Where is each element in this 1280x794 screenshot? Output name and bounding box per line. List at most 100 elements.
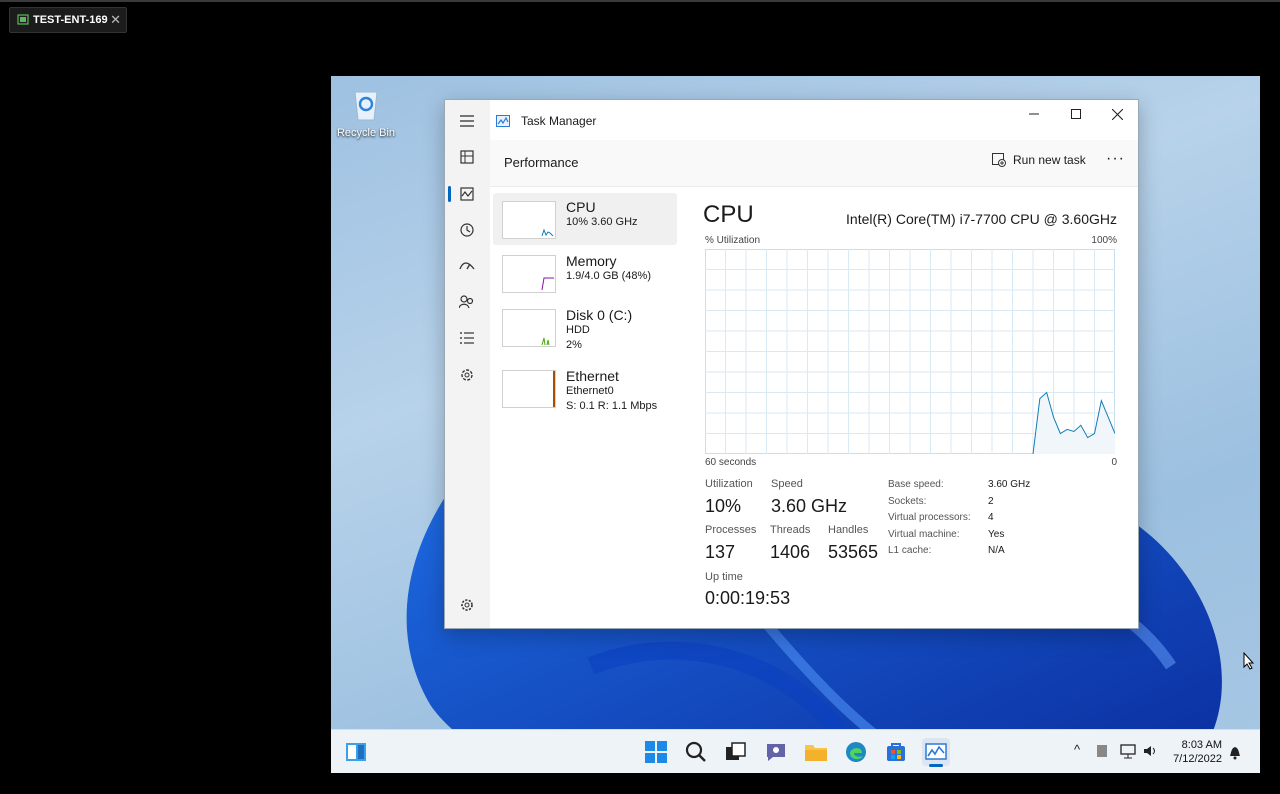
vm-tab[interactable]: TEST-ENT-169 ✕	[9, 7, 127, 33]
utilization-axis-label: % Utilization	[705, 235, 761, 246]
close-button[interactable]	[1096, 100, 1138, 128]
history-icon	[460, 223, 474, 237]
processes-icon	[460, 150, 474, 164]
nav-users[interactable]	[457, 292, 477, 312]
notification-icon[interactable]	[1228, 744, 1242, 760]
task-manager-taskbar-button[interactable]	[922, 738, 950, 767]
volume-icon[interactable]	[1142, 743, 1158, 759]
title-bar: Task Manager	[496, 114, 596, 128]
recycle-bin[interactable]: Recycle Bin	[331, 86, 401, 139]
nav-startup-apps[interactable]	[457, 256, 477, 276]
store-icon	[887, 743, 905, 761]
users-icon	[459, 295, 474, 309]
device-thumbnail-graph	[502, 309, 556, 347]
windows-logo-icon	[645, 741, 667, 763]
device-detail: 10% 3.60 GHz	[566, 216, 638, 228]
run-new-task-button[interactable]: Run new task	[992, 153, 1086, 167]
graph-zero-label: 0	[1111, 457, 1117, 468]
widgets-icon	[346, 743, 366, 761]
detail-key: Virtual machine:	[888, 528, 960, 540]
search-button[interactable]	[682, 738, 710, 766]
vm-tab-title: TEST-ENT-169	[33, 14, 108, 26]
detail-key: L1 cache:	[888, 545, 932, 556]
nav-sidebar	[445, 100, 490, 628]
detail-value: 3.60 GHz	[988, 479, 1031, 490]
detail-key: Sockets:	[888, 495, 927, 507]
cpu-utilization-graph	[705, 249, 1115, 454]
processes-label: Processes	[705, 524, 757, 536]
device-disk[interactable]: Disk 0 (C:) HDD 2%	[493, 301, 677, 353]
recycle-bin-label: Recycle Bin	[336, 127, 396, 139]
hamburger-menu-button[interactable]	[457, 111, 477, 131]
device-memory[interactable]: Memory 1.9/4.0 GB (48%)	[493, 247, 677, 299]
more-options-button[interactable]: ···	[1106, 150, 1125, 168]
utilization-max-label: 100%	[1091, 235, 1117, 246]
performance-icon	[460, 187, 474, 201]
device-ethernet[interactable]: Ethernet Ethernet0 S: 0.1 R: 1.1 Mbps	[493, 362, 677, 414]
task-view-button[interactable]	[722, 738, 750, 766]
run-task-icon	[992, 153, 1006, 167]
taskbar: ^ 8:03 AM 7/12/2022	[331, 729, 1260, 773]
detail-key: Virtual processors:	[888, 512, 971, 523]
widgets-button[interactable]	[342, 738, 370, 766]
device-detail: HDD	[566, 324, 590, 336]
processes-value: 137	[705, 542, 736, 562]
handles-value: 53565	[828, 542, 879, 562]
edge-button[interactable]	[842, 738, 870, 766]
speed-value: 3.60 GHz	[771, 496, 848, 516]
active-indicator	[929, 764, 943, 767]
network-icon[interactable]	[1120, 743, 1136, 759]
detail-key: Base speed:	[888, 479, 944, 490]
nav-app-history[interactable]	[457, 220, 477, 240]
file-explorer-button[interactable]	[802, 738, 830, 766]
nav-performance[interactable]	[457, 184, 477, 204]
search-icon	[685, 741, 706, 762]
nav-services[interactable]	[457, 365, 477, 385]
start-button[interactable]	[642, 738, 670, 766]
clock-date: 7/12/2022	[1173, 753, 1222, 765]
chat-icon	[767, 744, 785, 761]
details-icon	[460, 332, 474, 344]
maximize-button[interactable]	[1055, 100, 1097, 128]
nav-processes[interactable]	[457, 147, 477, 167]
cpu-model: Intel(R) Core(TM) i7-7700 CPU @ 3.60GHz	[846, 211, 1117, 227]
device-thumbnail-graph	[502, 201, 556, 239]
device-detail: 2%	[566, 339, 582, 351]
utilization-value: 10%	[705, 496, 742, 516]
nav-settings[interactable]	[457, 595, 477, 615]
handles-label: Handles	[828, 524, 869, 536]
page-header: Performance Run new task ···	[490, 140, 1138, 187]
cpu-heading: CPU	[703, 201, 754, 228]
threads-label: Threads	[770, 524, 811, 536]
vm-tab-close-icon[interactable]: ✕	[110, 12, 121, 28]
threads-value: 1406	[770, 542, 811, 562]
recycle-bin-icon	[354, 91, 378, 121]
nav-details[interactable]	[457, 328, 477, 348]
device-name: CPU	[566, 199, 596, 215]
uptime-label: Up time	[705, 571, 743, 583]
device-name: Ethernet	[566, 368, 619, 384]
edge-icon	[846, 742, 866, 762]
task-view-icon	[726, 742, 746, 760]
app-icon	[496, 115, 510, 127]
services-icon	[461, 369, 473, 381]
clock-time: 8:03 AM	[1181, 739, 1222, 751]
chat-button[interactable]	[762, 738, 790, 766]
minimize-icon	[1029, 113, 1039, 115]
device-detail: 1.9/4.0 GB (48%)	[566, 270, 651, 282]
device-thumbnail-graph	[502, 370, 556, 408]
device-name: Memory	[566, 253, 617, 269]
task-manager-icon	[925, 743, 947, 760]
clock[interactable]: 8:03 AM 7/12/2022	[1173, 738, 1222, 766]
minimize-button[interactable]	[1013, 100, 1055, 128]
tray-app-icon[interactable]	[1096, 744, 1108, 758]
store-button[interactable]	[882, 738, 910, 766]
close-icon	[1111, 108, 1123, 120]
detail-value: 2	[988, 495, 994, 507]
device-cpu[interactable]: CPU 10% 3.60 GHz	[493, 193, 677, 245]
tray-chevron-icon[interactable]: ^	[1074, 742, 1080, 757]
window-title: Task Manager	[521, 114, 597, 128]
detail-value: Yes	[988, 528, 1005, 540]
vm-icon	[17, 14, 29, 25]
detail-value: 4	[988, 512, 994, 523]
